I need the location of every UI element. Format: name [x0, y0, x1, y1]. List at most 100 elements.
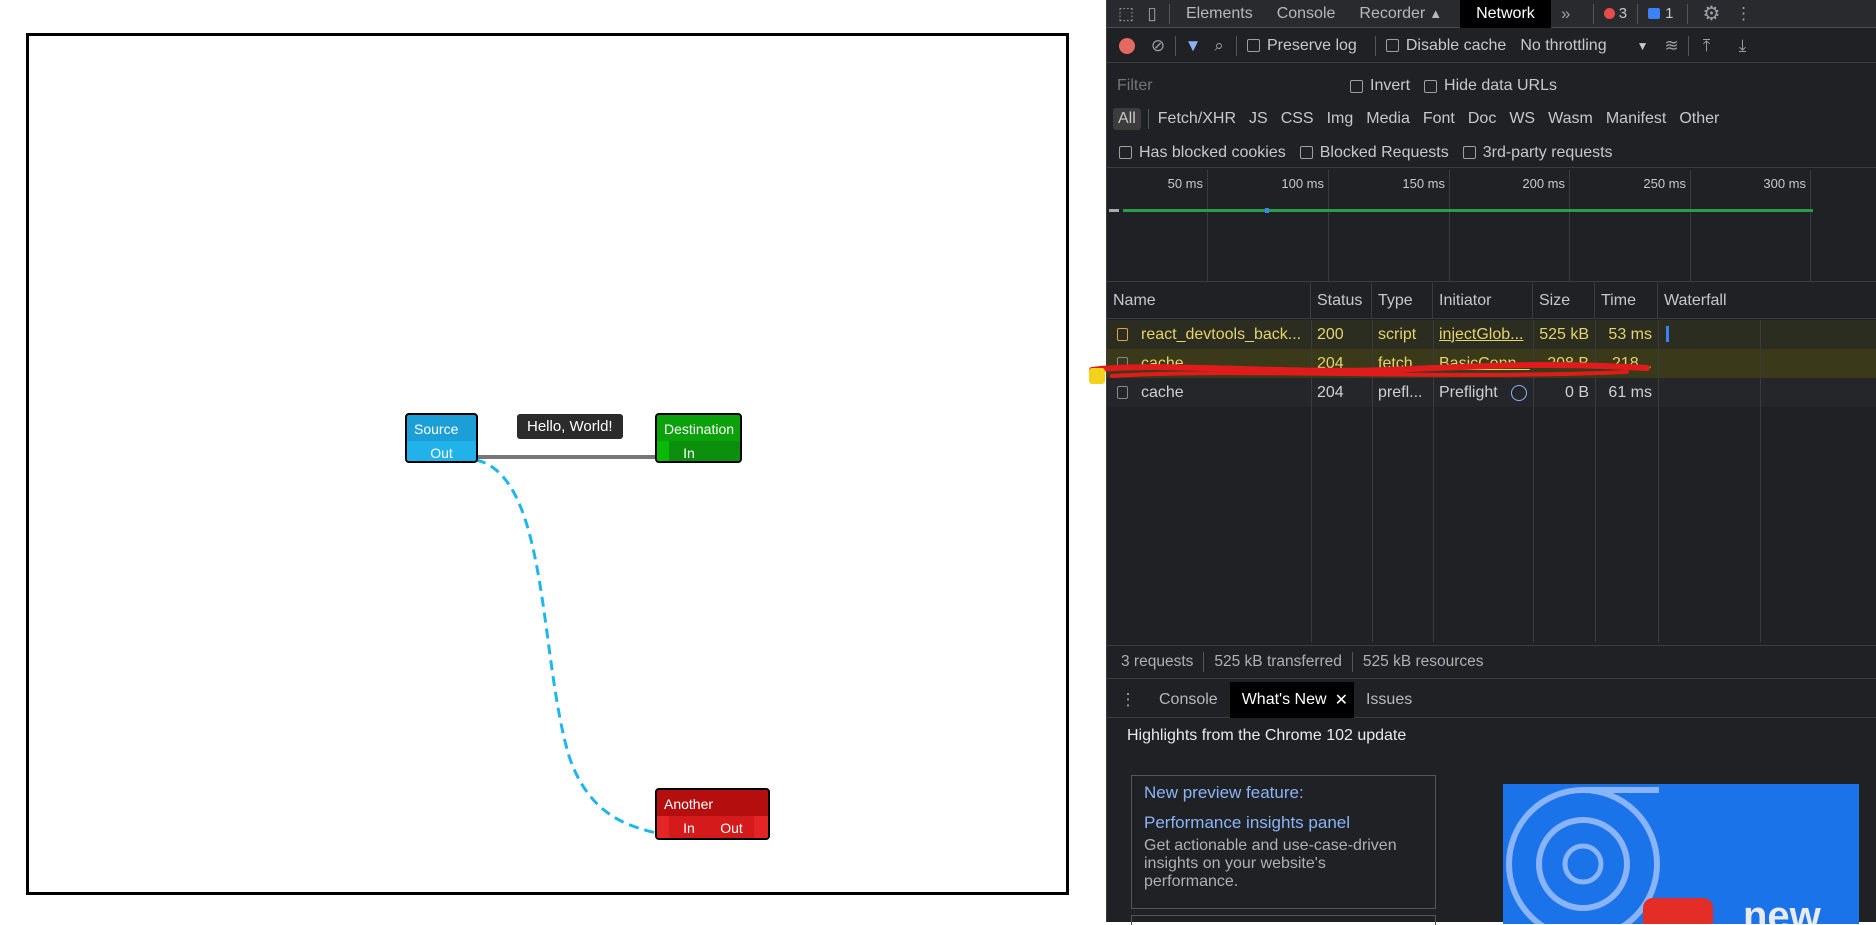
timeline-overview[interactable]: 50 ms 100 ms 150 ms 200 ms 250 ms 300 ms [1107, 170, 1876, 282]
invert-label: Invert [1370, 77, 1411, 94]
type-filter-media[interactable]: Media [1361, 108, 1415, 130]
type-filter-ws[interactable]: WS [1504, 108, 1540, 130]
divider [1592, 3, 1594, 24]
disable-cache-checkbox[interactable]: Disable cache [1385, 37, 1506, 55]
column-header-name[interactable]: Name [1107, 283, 1311, 319]
type-filter-fetch-xhr[interactable]: Fetch/XHR [1153, 108, 1241, 130]
timeline-tick: 250 ms [1643, 176, 1686, 191]
tab-network[interactable]: Network [1460, 0, 1551, 28]
export-har-icon[interactable]: ⤓ [1729, 33, 1755, 59]
throttling-select[interactable]: No throttling ▼ [1520, 37, 1648, 55]
timeline-gridline [1449, 170, 1450, 282]
search-icon[interactable]: ⌕ [1206, 33, 1232, 59]
filter-icon[interactable]: ▼ [1180, 33, 1206, 59]
request-table-header: Name Status Type Initiator Size Time Waterfall [1107, 283, 1876, 319]
type-filter-font[interactable]: Font [1418, 108, 1460, 130]
port-out[interactable]: Out [709, 816, 754, 838]
cell-size: 0 B [1564, 383, 1589, 401]
type-filter-js[interactable]: JS [1244, 108, 1273, 130]
kebab-menu-icon[interactable]: ⋮ [1730, 1, 1756, 27]
type-filter-all[interactable]: All [1113, 108, 1141, 130]
youtube-play-icon[interactable] [1643, 898, 1713, 924]
tab-console[interactable]: Console [1265, 0, 1348, 28]
annotation-mark [1089, 368, 1105, 384]
blocked-requests-checkbox[interactable]: Blocked Requests [1299, 144, 1449, 162]
request-count: 3 requests [1121, 653, 1194, 670]
video-thumbnail[interactable]: new [1503, 784, 1859, 924]
has-blocked-cookies-checkbox[interactable]: Has blocked cookies [1119, 144, 1286, 162]
node-source[interactable]: Source Out [405, 413, 478, 463]
preflight-icon[interactable] [1511, 385, 1527, 401]
divider [1688, 35, 1690, 56]
port-in[interactable]: In [669, 816, 709, 838]
type-filter-css[interactable]: CSS [1276, 108, 1319, 130]
port-in[interactable]: In [669, 441, 709, 461]
type-filter-doc[interactable]: Doc [1463, 108, 1501, 130]
card-title-link[interactable]: Performance insights panel [1144, 813, 1423, 833]
drawer-tabbar: ⋮ Console What's New ✕ Issues [1107, 681, 1876, 718]
type-filter-manifest[interactable]: Manifest [1601, 108, 1671, 130]
devtools-tabbar: ⬚ ▯ Elements Console Recorder ▲ Network … [1107, 0, 1876, 28]
cell-time: 53 ms [1608, 325, 1652, 343]
column-header-waterfall[interactable]: Waterfall [1658, 283, 1876, 319]
gear-icon[interactable]: ⚙ [1698, 1, 1724, 27]
node-destination[interactable]: Destination In [655, 413, 742, 463]
annotation-scribble [1089, 361, 1650, 378]
device-toolbar-icon[interactable]: ▯ [1139, 1, 1165, 27]
cell-name[interactable]: cache [1135, 378, 1311, 407]
type-filter-img[interactable]: Img [1322, 108, 1359, 130]
third-party-label: 3rd-party requests [1482, 143, 1613, 161]
drawer-tab-console[interactable]: Console [1147, 682, 1230, 718]
port-out[interactable]: Out [407, 441, 476, 461]
column-header-status[interactable]: Status [1311, 283, 1372, 319]
import-har-icon[interactable]: ⤒ [1693, 33, 1719, 59]
node-another[interactable]: Another In Out [655, 788, 770, 840]
column-header-size[interactable]: Size [1533, 283, 1595, 319]
column-header-time[interactable]: Time [1595, 283, 1658, 319]
cell-time: 61 ms [1608, 383, 1652, 401]
filter-input[interactable] [1113, 74, 1338, 98]
record-icon[interactable] [1119, 37, 1135, 54]
filter-row: Invert Hide data URLs [1107, 71, 1876, 101]
network-conditions-icon[interactable]: ≋ [1658, 33, 1684, 59]
message-icon [1648, 8, 1661, 19]
column-header-type[interactable]: Type [1372, 283, 1433, 319]
timeline-bar-dns [1109, 209, 1119, 212]
tab-elements[interactable]: Elements [1174, 0, 1265, 28]
checkbox-box [1299, 146, 1313, 159]
tab-recorder[interactable]: Recorder ▲ [1347, 0, 1454, 28]
node-title: Another [664, 796, 714, 812]
flask-icon: ▲ [1429, 6, 1443, 21]
timeline-tick: 200 ms [1522, 176, 1565, 191]
column-header-initiator[interactable]: Initiator [1433, 283, 1533, 319]
cell-type: script [1378, 325, 1417, 343]
card-kicker: New preview feature: [1144, 783, 1304, 802]
message-badge[interactable]: 1 [1642, 5, 1679, 22]
resources-size: 525 kB resources [1362, 653, 1484, 670]
type-filter-wasm[interactable]: Wasm [1543, 108, 1598, 130]
drawer-tab-whats-new[interactable]: What's New ✕ [1229, 681, 1354, 718]
type-filter-other[interactable]: Other [1674, 108, 1724, 130]
checkbox-box [1350, 79, 1363, 93]
cell-initiator[interactable]: injectGlob... [1433, 320, 1533, 349]
hide-data-urls-checkbox[interactable]: Hide data URLs [1424, 77, 1557, 95]
timeline-gridline [1690, 170, 1691, 282]
drawer-tab-issues[interactable]: Issues [1354, 682, 1424, 718]
third-party-checkbox[interactable]: 3rd-party requests [1462, 143, 1613, 162]
inspect-element-icon[interactable]: ⬚ [1113, 1, 1139, 27]
clear-icon[interactable]: ⊘ [1145, 33, 1171, 59]
more-tabs-icon[interactable]: » [1553, 1, 1579, 27]
node-title: Source [414, 421, 459, 437]
video-word: new [1743, 894, 1821, 924]
timeline-bar-marker [1265, 208, 1269, 213]
timeline-gridline [1810, 170, 1811, 282]
error-badge[interactable]: 3 [1598, 5, 1633, 22]
preserve-log-checkbox[interactable]: Preserve log [1247, 37, 1357, 55]
drawer-menu-icon[interactable]: ⋮ [1115, 687, 1141, 713]
hide-data-urls-label: Hide data URLs [1444, 77, 1557, 94]
graph-canvas[interactable]: Source Out Hello, World! Destination In … [26, 33, 1069, 895]
close-icon[interactable]: ✕ [1335, 690, 1348, 710]
invert-checkbox[interactable]: Invert [1350, 77, 1410, 95]
cell-name[interactable]: react_devtools_back... [1135, 320, 1311, 349]
feature-card[interactable]: New preview feature: Performance insight… [1131, 775, 1436, 909]
